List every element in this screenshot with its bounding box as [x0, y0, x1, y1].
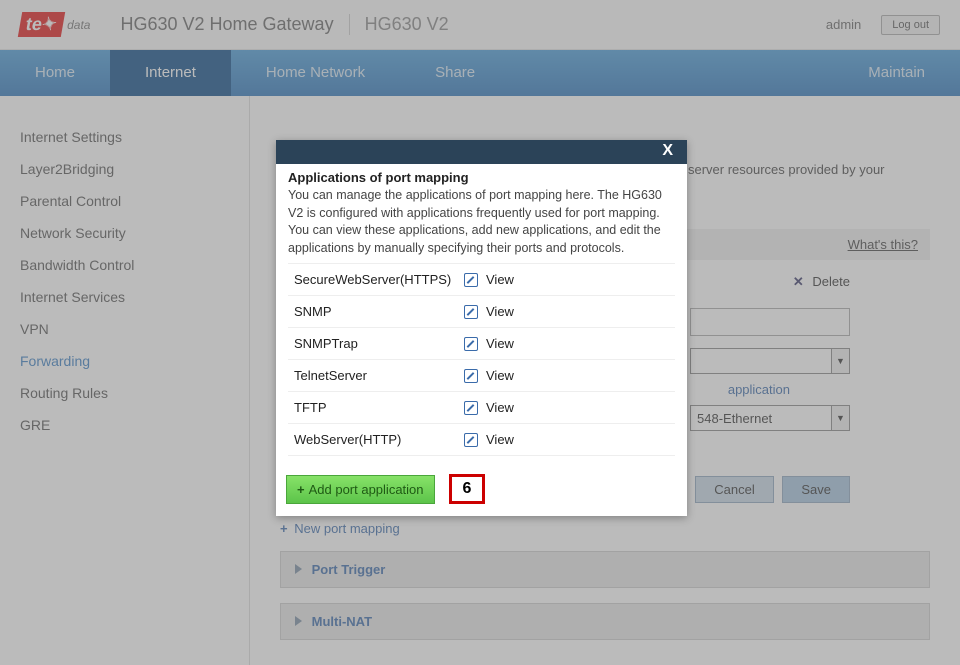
view-link[interactable]: View: [486, 432, 514, 447]
app-name: SecureWebServer(HTTPS): [294, 272, 464, 287]
edit-icon[interactable]: [464, 433, 478, 447]
view-link[interactable]: View: [486, 368, 514, 383]
add-button-label: Add port application: [309, 482, 424, 497]
view-link[interactable]: View: [486, 304, 514, 319]
list-item: TFTP View: [288, 392, 675, 424]
app-name: WebServer(HTTP): [294, 432, 464, 447]
edit-icon[interactable]: [464, 273, 478, 287]
modal-description: You can manage the applications of port …: [288, 187, 675, 257]
step-callout: 6: [449, 474, 486, 504]
list-item: SNMPTrap View: [288, 328, 675, 360]
application-list: SecureWebServer(HTTPS) View SNMP View SN…: [288, 263, 675, 456]
modal-close-button[interactable]: X: [662, 142, 673, 160]
list-item: WebServer(HTTP) View: [288, 424, 675, 456]
app-name: SNMP: [294, 304, 464, 319]
modal-header: X: [276, 140, 687, 164]
edit-icon[interactable]: [464, 305, 478, 319]
port-applications-modal: X Applications of port mapping You can m…: [276, 140, 687, 516]
list-item: TelnetServer View: [288, 360, 675, 392]
edit-icon[interactable]: [464, 401, 478, 415]
view-link[interactable]: View: [486, 272, 514, 287]
app-name: TelnetServer: [294, 368, 464, 383]
edit-icon[interactable]: [464, 369, 478, 383]
view-link[interactable]: View: [486, 336, 514, 351]
modal-title: Applications of port mapping: [288, 170, 675, 185]
edit-icon[interactable]: [464, 337, 478, 351]
app-name: TFTP: [294, 400, 464, 415]
plus-icon: +: [297, 482, 305, 497]
list-item: SecureWebServer(HTTPS) View: [288, 264, 675, 296]
list-item: SNMP View: [288, 296, 675, 328]
add-port-application-button[interactable]: + Add port application: [286, 475, 435, 504]
view-link[interactable]: View: [486, 400, 514, 415]
app-name: SNMPTrap: [294, 336, 464, 351]
